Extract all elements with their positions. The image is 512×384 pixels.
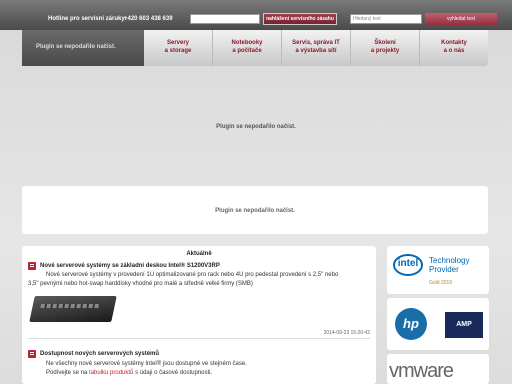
nav-item-line2: a projekty — [370, 48, 400, 54]
server-image — [29, 296, 117, 322]
intel-line2: Provider — [429, 265, 459, 274]
plugin-box: Plugin se nepodařilo načíst. — [22, 186, 488, 234]
intel-logo-icon: intel — [393, 254, 423, 276]
nav-item-service[interactable]: Servis, správa IT a výstavba sítí — [281, 30, 350, 66]
search-button[interactable]: vyhledat text — [425, 13, 497, 25]
news-item-heading[interactable]: Dostupnost nových serverových systémů — [40, 351, 159, 357]
search-input[interactable]: Hledaný text — [350, 14, 422, 24]
nav-item-line1: Kontakty — [441, 40, 467, 46]
nav-item-servers[interactable]: Servery a storage — [144, 30, 212, 66]
nav-item-line2: a výstavba sítí — [295, 48, 337, 54]
partner-vmware[interactable]: vmware — [387, 354, 489, 384]
news-body-text: Podívejte se na — [46, 370, 90, 376]
news-item-heading[interactable]: Nové serverové systémy se základní desko… — [40, 263, 220, 269]
banner-plugin-message: Plugin se nepodařilo načíst. — [216, 124, 296, 130]
news-item-body-line: Ne všechny nové serverové systémy Intel®… — [46, 361, 247, 367]
news-item-icon — [28, 350, 36, 358]
news-item-icon — [28, 262, 36, 270]
hp-logo-icon: hp — [395, 308, 427, 340]
news-panel: Aktuálně Nové serverové systémy se zákla… — [22, 246, 376, 384]
plugin-box-message: Plugin se nepodařilo načíst. — [215, 208, 295, 214]
service-input[interactable] — [190, 14, 260, 24]
partner-hp-amp[interactable]: hp AMP — [387, 298, 489, 350]
nav-item-line2: a o nás — [443, 48, 465, 54]
hotline-label: Hotline pro servisní záruky: — [48, 16, 127, 22]
intel-level: Gold 2019 — [429, 280, 453, 286]
nav-item-notebooks[interactable]: Notebooky a počítače — [212, 30, 281, 66]
intel-provider-text: Technology Provider — [429, 256, 469, 274]
news-item-date: 2014-09-23 15:20:42 — [323, 330, 370, 336]
product-table-link[interactable]: tabulku produktů — [89, 370, 133, 376]
nav-item-training[interactable]: Školení a projekty — [350, 30, 419, 66]
nav-item-line2: a storage — [164, 48, 192, 54]
main-nav: Servery a storage Notebooky a počítače S… — [144, 30, 488, 66]
news-body-text: s údaji o časové dostupnosti. — [133, 370, 213, 376]
intel-line1: Technology — [429, 256, 470, 265]
news-item-body-line: Nové serverové systémy v provedení 1U op… — [46, 272, 339, 278]
logo-plugin-message: Plugin se nepodařilo načíst. — [36, 44, 116, 50]
top-bar: Hotline pro servisní záruky: +420 603 43… — [0, 0, 512, 30]
nav-item-line1: Notebooky — [231, 40, 263, 46]
hotline-phone: +420 603 438 639 — [124, 16, 173, 22]
nav-item-contacts[interactable]: Kontakty a o nás — [419, 30, 488, 66]
nav-item-line2: a počítače — [232, 48, 262, 54]
nav-item-line1: Školení — [374, 40, 396, 46]
news-title: Aktuálně — [186, 251, 212, 257]
news-item-body-line: Podívejte se na tabulku produktů s údaji… — [46, 369, 372, 378]
news-divider — [28, 338, 370, 339]
vmware-logo-icon: vmware — [389, 360, 454, 382]
news-item-body-line: 3,5" pevnými nebo hot-swap harddisky vho… — [28, 281, 253, 287]
service-request-button[interactable]: nahlášení servisního zásahu — [263, 13, 337, 25]
nav-item-line1: Servis, správa IT — [292, 40, 340, 46]
amp-logo-icon: AMP — [445, 312, 483, 338]
partner-intel[interactable]: intel Technology Provider Gold 2019 — [387, 246, 489, 294]
logo-plugin-area: Plugin se nepodařilo načíst. — [22, 30, 144, 66]
nav-item-line1: Servery — [166, 40, 190, 46]
